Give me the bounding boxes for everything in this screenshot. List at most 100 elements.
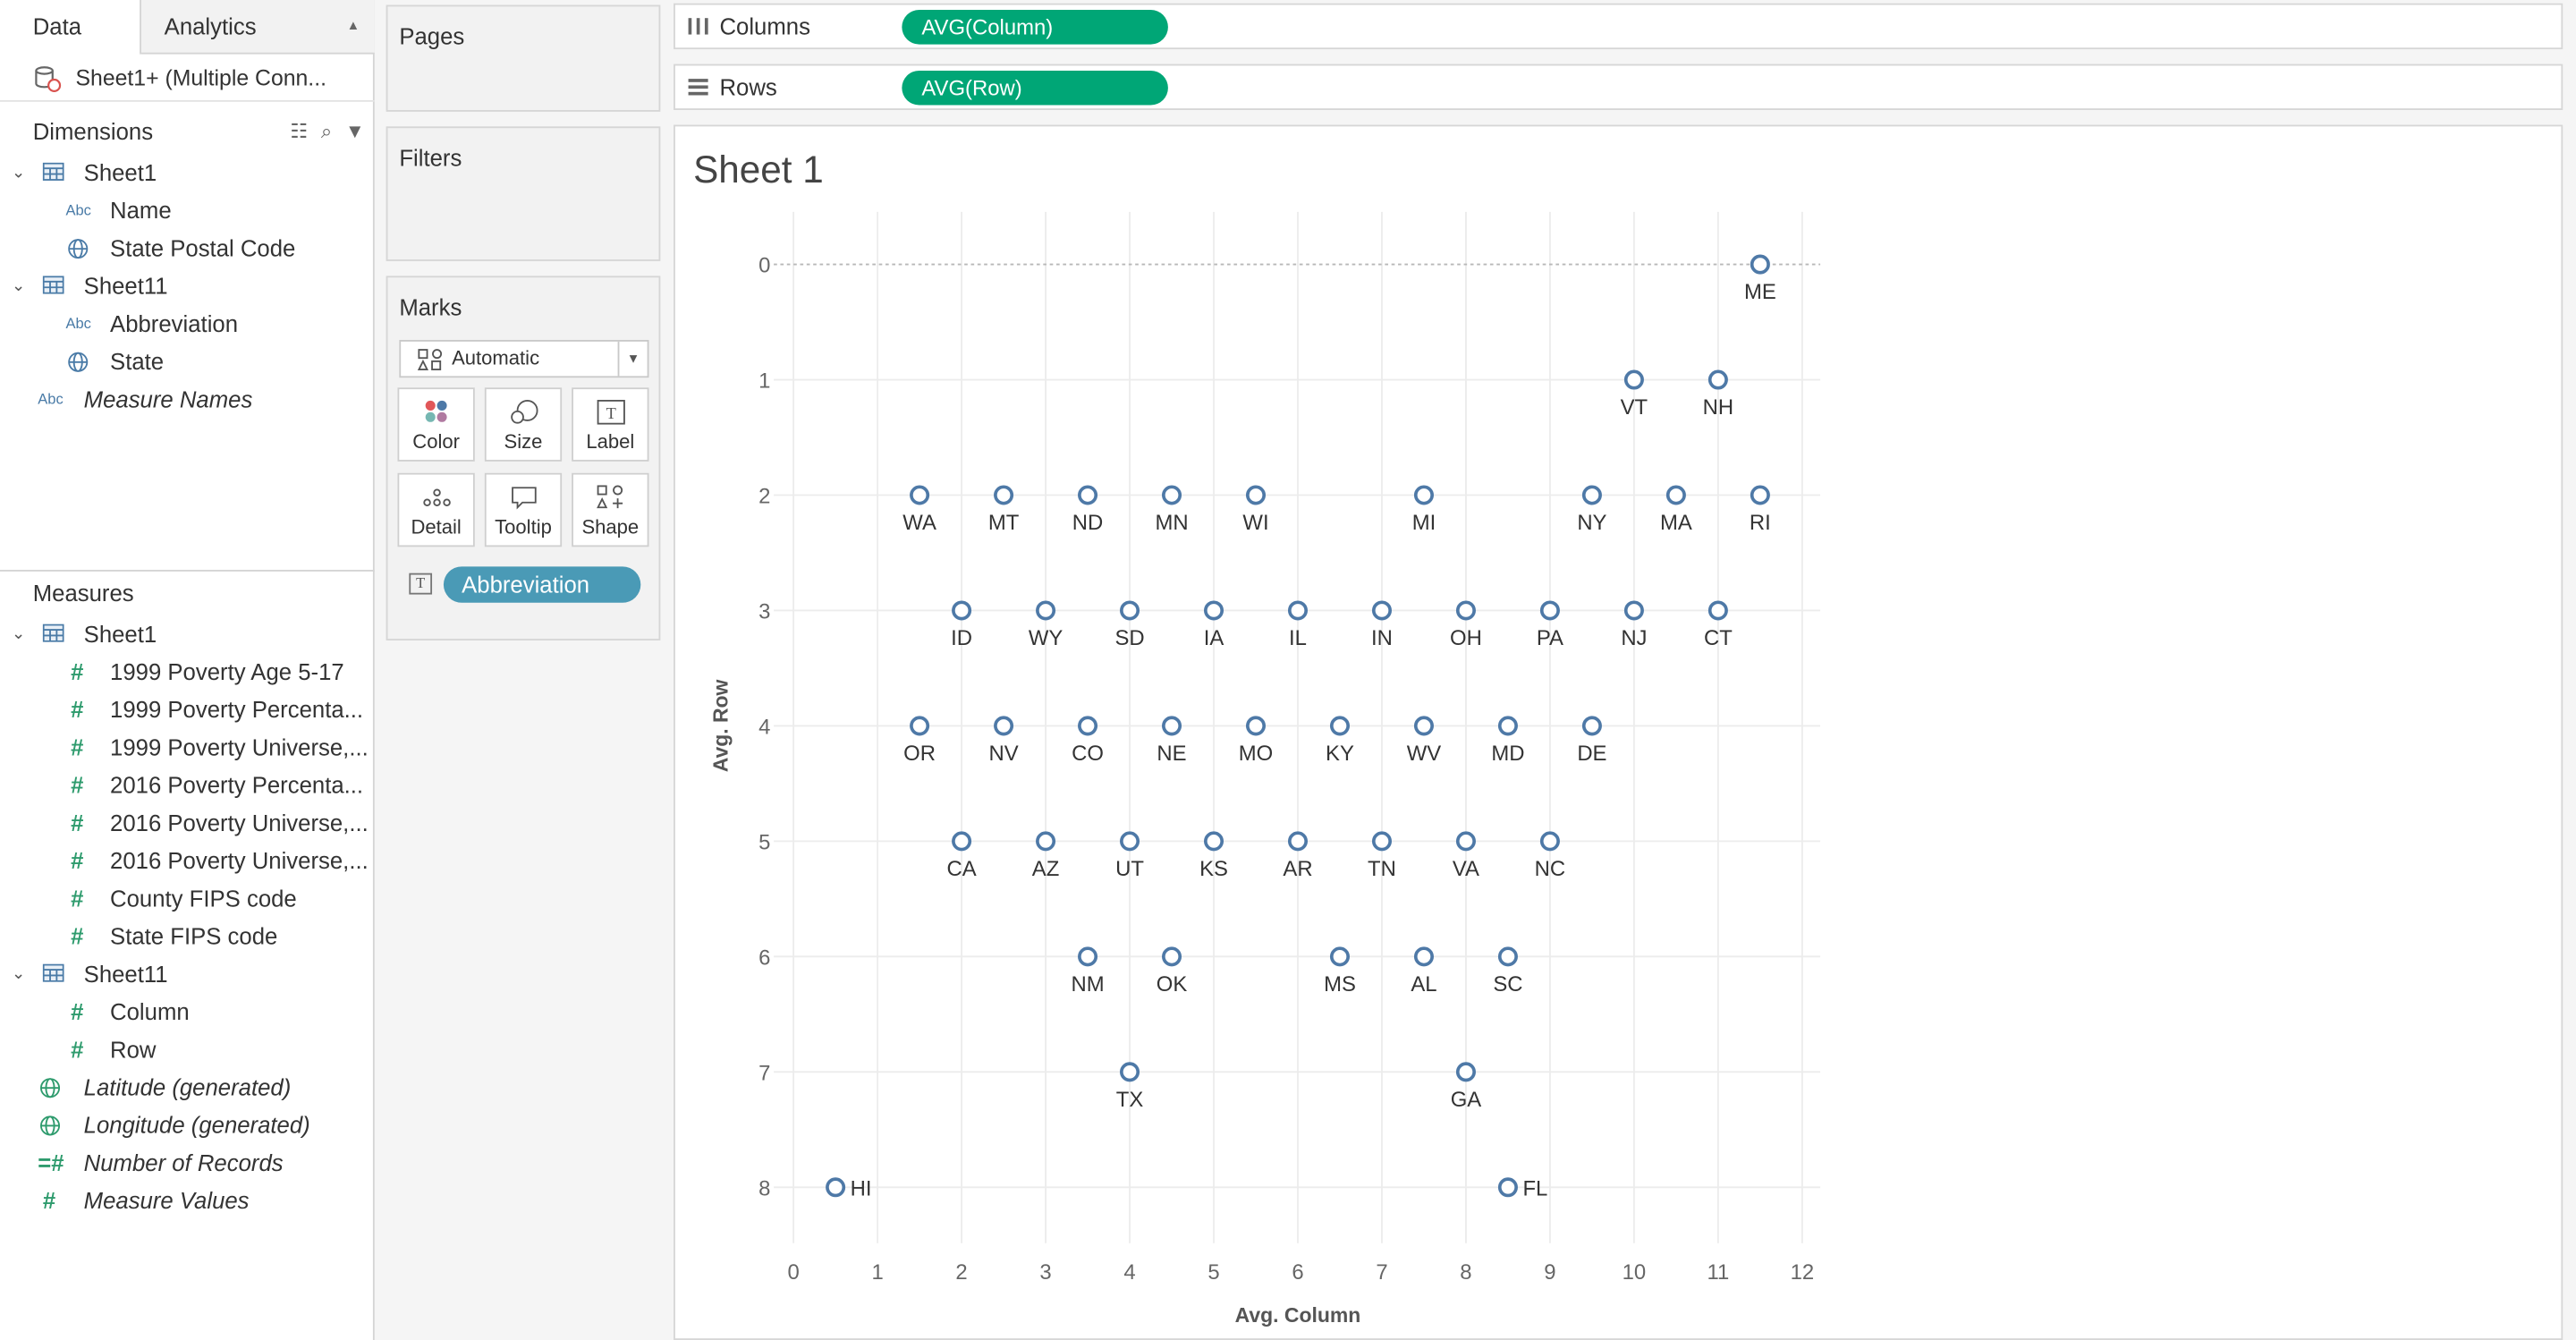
columns-pill[interactable]: AVG(Column): [902, 10, 1168, 45]
field-label: Sheet11: [83, 960, 168, 988]
data-point-mn[interactable]: [1162, 485, 1182, 505]
data-point-wi[interactable]: [1245, 485, 1267, 505]
data-point-me[interactable]: [1750, 254, 1770, 275]
field-abbreviation[interactable]: Abc Abbreviation: [0, 305, 375, 343]
field-1999-poverty-age-5-17[interactable]: #1999 Poverty Age 5-17: [0, 654, 375, 691]
data-point-md[interactable]: [1497, 716, 1518, 736]
expand-caret-icon[interactable]: ⌄: [12, 955, 25, 993]
field-measure-names[interactable]: Abc Measure Names: [0, 381, 375, 419]
data-point-ny[interactable]: [1581, 485, 1602, 505]
data-point-al[interactable]: [1413, 946, 1434, 967]
data-point-nc[interactable]: [1539, 831, 1560, 852]
view-list-icon[interactable]: ☷: [290, 112, 308, 151]
datasource-row[interactable]: Sheet1+ (Multiple Conn...: [0, 55, 375, 102]
scatter-plot[interactable]: 0 1 2 3 4 5 6 7 8 9 10 11 12012345678Avg. ColumnAvg.…: [675, 126, 2562, 1338]
data-point-ne[interactable]: [1162, 716, 1182, 736]
field-1999-poverty-universe[interactable]: #1999 Poverty Universe,...: [0, 729, 375, 767]
size-button[interactable]: Size: [484, 387, 563, 462]
data-point-il[interactable]: [1287, 600, 1309, 621]
field-state[interactable]: State: [0, 343, 375, 381]
data-point-ct[interactable]: [1707, 600, 1728, 621]
data-point-ms[interactable]: [1329, 946, 1351, 967]
data-point-tx[interactable]: [1120, 1062, 1140, 1082]
data-point-fl[interactable]: [1497, 1177, 1518, 1198]
data-point-co[interactable]: [1078, 716, 1098, 736]
search-icon[interactable]: ⌕: [321, 112, 332, 151]
data-point-vt[interactable]: [1623, 369, 1644, 390]
shape-button[interactable]: Shape: [572, 472, 649, 547]
data-point-wa[interactable]: [910, 485, 930, 505]
data-point-ri[interactable]: [1750, 485, 1770, 505]
field-sheet11[interactable]: ⌄ Sheet11: [0, 267, 375, 305]
filters-card[interactable]: Filters: [386, 126, 661, 261]
label-button[interactable]: T Label: [572, 387, 649, 462]
data-point-wv[interactable]: [1413, 716, 1434, 736]
abbreviation-pill[interactable]: Abbreviation: [443, 566, 641, 603]
field-number-of-records[interactable]: =# Number of Records: [0, 1145, 375, 1183]
rows-pill[interactable]: AVG(Row): [902, 70, 1168, 106]
data-point-nj[interactable]: [1623, 600, 1644, 621]
data-point-nh[interactable]: [1707, 369, 1728, 390]
field-2016-poverty-percenta[interactable]: #2016 Poverty Percenta...: [0, 767, 375, 804]
field-county-fips-code[interactable]: # County FIPS code: [0, 880, 375, 918]
expand-caret-icon[interactable]: ⌄: [12, 615, 25, 653]
data-point-wy[interactable]: [1036, 600, 1056, 621]
data-point-ca[interactable]: [952, 831, 972, 852]
field-column[interactable]: # Column: [0, 994, 375, 1031]
data-point-ks[interactable]: [1203, 831, 1224, 852]
data-point-mi[interactable]: [1413, 485, 1434, 505]
field-sheet11[interactable]: ⌄ Sheet11: [0, 955, 375, 993]
tooltip-button[interactable]: Tooltip: [484, 472, 563, 547]
data-point-id[interactable]: [952, 600, 972, 621]
field-2016-poverty-universe[interactable]: #2016 Poverty Universe,...: [0, 805, 375, 843]
data-point-mo[interactable]: [1245, 716, 1267, 736]
detail-button[interactable]: Detail: [397, 472, 475, 547]
field-measure-values[interactable]: # Measure Values: [0, 1183, 375, 1220]
field-label: 2016 Poverty Universe,...: [110, 810, 369, 836]
tab-data[interactable]: Data: [0, 0, 141, 55]
data-point-tn[interactable]: [1371, 831, 1392, 852]
field-1999-poverty-percenta[interactable]: #1999 Poverty Percenta...: [0, 691, 375, 729]
data-point-ut[interactable]: [1120, 831, 1140, 852]
tab-analytics[interactable]: Analytics ▲: [140, 0, 375, 55]
pages-card[interactable]: Pages: [386, 4, 661, 112]
data-point-az[interactable]: [1036, 831, 1056, 852]
cards-pane: Pages Filters Marks Automatic ▼ Color Si…: [376, 0, 673, 1340]
data-point-nd[interactable]: [1078, 485, 1098, 505]
field-label: Measure Values: [83, 1187, 250, 1214]
data-point-sc[interactable]: [1497, 946, 1518, 967]
data-point-mt[interactable]: [994, 485, 1014, 505]
data-point-sd[interactable]: [1120, 600, 1140, 621]
dimensions-title: Dimensions: [32, 118, 154, 145]
field-longitude-generated[interactable]: Longitude (generated): [0, 1107, 375, 1144]
data-point-oh[interactable]: [1455, 600, 1476, 621]
data-point-va[interactable]: [1455, 831, 1476, 852]
dropdown-caret-icon[interactable]: ▼: [345, 112, 365, 151]
rows-label: Rows: [719, 73, 777, 100]
data-point-nm[interactable]: [1078, 946, 1098, 967]
expand-caret-icon[interactable]: ⌄: [12, 155, 25, 192]
field-sheet1[interactable]: ⌄ Sheet1: [0, 155, 375, 192]
color-button[interactable]: Color: [397, 387, 475, 462]
field-sheet1[interactable]: ⌄ Sheet1: [0, 615, 375, 653]
field-2016-poverty-universe[interactable]: #2016 Poverty Universe,...: [0, 843, 375, 880]
field-latitude-generated[interactable]: Latitude (generated): [0, 1069, 375, 1107]
data-point-ma[interactable]: [1665, 485, 1686, 505]
data-point-or[interactable]: [910, 716, 930, 736]
data-point-pa[interactable]: [1539, 600, 1560, 621]
data-point-in[interactable]: [1371, 600, 1392, 621]
data-point-ga[interactable]: [1455, 1062, 1476, 1082]
expand-caret-icon[interactable]: ⌄: [12, 267, 25, 305]
data-point-ok[interactable]: [1162, 946, 1182, 967]
data-point-ar[interactable]: [1287, 831, 1309, 852]
data-point-nv[interactable]: [994, 716, 1014, 736]
mark-type-dropdown[interactable]: Automatic ▼: [399, 340, 649, 378]
data-point-de[interactable]: [1581, 716, 1602, 736]
field-row[interactable]: # Row: [0, 1031, 375, 1069]
data-point-ia[interactable]: [1203, 600, 1224, 621]
data-point-ky[interactable]: [1329, 716, 1351, 736]
data-point-hi[interactable]: [826, 1177, 846, 1198]
field-state-postal-code[interactable]: State Postal Code: [0, 230, 375, 267]
field-name[interactable]: Abc Name: [0, 192, 375, 230]
field-state-fips-code[interactable]: # State FIPS code: [0, 918, 375, 955]
